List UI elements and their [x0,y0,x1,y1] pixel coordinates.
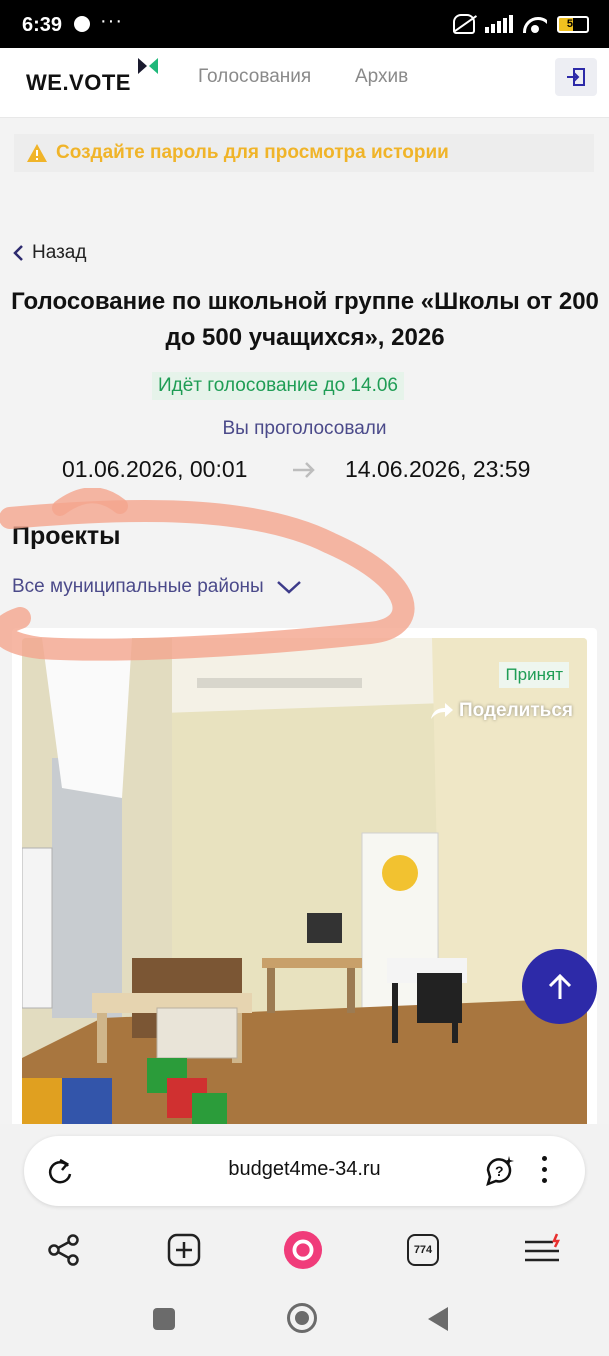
nav-votes[interactable]: Голосования [198,66,311,88]
more-notifications-icon: ··· [100,10,123,32]
chat-notification-icon [74,16,90,32]
warning-icon [27,144,47,162]
plus-square-icon [167,1233,201,1267]
tabs-button[interactable]: 774 [403,1230,443,1270]
share-nodes-icon [48,1234,79,1266]
svg-text:?: ? [495,1163,504,1179]
signal-icon [485,15,513,33]
new-tab-button[interactable] [164,1230,204,1270]
chevron-left-icon [13,245,23,261]
arrow-right-icon [293,462,315,478]
wifi-icon [523,15,547,33]
back-label: Назад [32,242,87,263]
system-navigation [0,1286,609,1356]
vote-status-badge: Идёт голосование до 14.06 [152,372,404,400]
voted-text: Вы проголосовали [222,418,387,439]
alice-assistant-button[interactable] [283,1230,323,1270]
vote-dates: 01.06.2026, 00:01 14.06.2026, 23:59 [0,454,609,486]
status-time: 6:39 [22,14,63,36]
browser-main-menu-button[interactable] [523,1230,563,1270]
login-button[interactable] [555,58,597,96]
logo-mark-icon [138,58,158,74]
annotation-scribble [0,488,415,661]
url-bar[interactable]: budget4me-34.ru ? [24,1136,585,1206]
vote-title: Голосование по школьной группе «Школы от… [11,288,599,351]
home-button[interactable] [287,1303,317,1333]
start-date: 01.06.2026, 00:01 [62,456,248,482]
tabs-count: 774 [407,1234,439,1266]
arrow-up-icon [548,973,571,999]
project-photo: Принят Поделиться [22,638,587,1128]
share-arrow-icon [430,703,453,719]
back-nav-button[interactable] [428,1307,448,1331]
browser-toolbar: 774 [0,1226,609,1276]
share-label: Поделиться [458,700,573,721]
scroll-top-button[interactable] [522,949,597,1024]
battery-icon: 50 [557,15,589,33]
wevote-logo[interactable]: WE.VOTE [26,70,131,96]
hamburger-icon [525,1233,561,1262]
project-card[interactable]: Принят Поделиться [12,628,597,1128]
muted-bell-icon [453,14,475,34]
status-bar: 6:39 ··· 50 [0,0,609,48]
app-header: WE.VOTE Голосования Архив [0,48,609,118]
nav-archive[interactable]: Архив [355,66,408,88]
recent-apps-button[interactable] [153,1308,175,1330]
alice-icon [283,1230,323,1270]
warning-text: Создайте пароль для просмотра истории [56,142,449,163]
share-button[interactable]: Поделиться [429,700,573,722]
end-date: 14.06.2026, 23:59 [345,456,531,482]
share-page-button[interactable] [44,1230,84,1270]
login-icon [567,68,585,86]
browser-menu-icon[interactable] [542,1156,548,1189]
back-link[interactable]: Назад [12,242,86,264]
password-warning[interactable]: Создайте пароль для просмотра истории [14,134,594,172]
ai-assistant-icon[interactable]: ? [482,1154,516,1188]
